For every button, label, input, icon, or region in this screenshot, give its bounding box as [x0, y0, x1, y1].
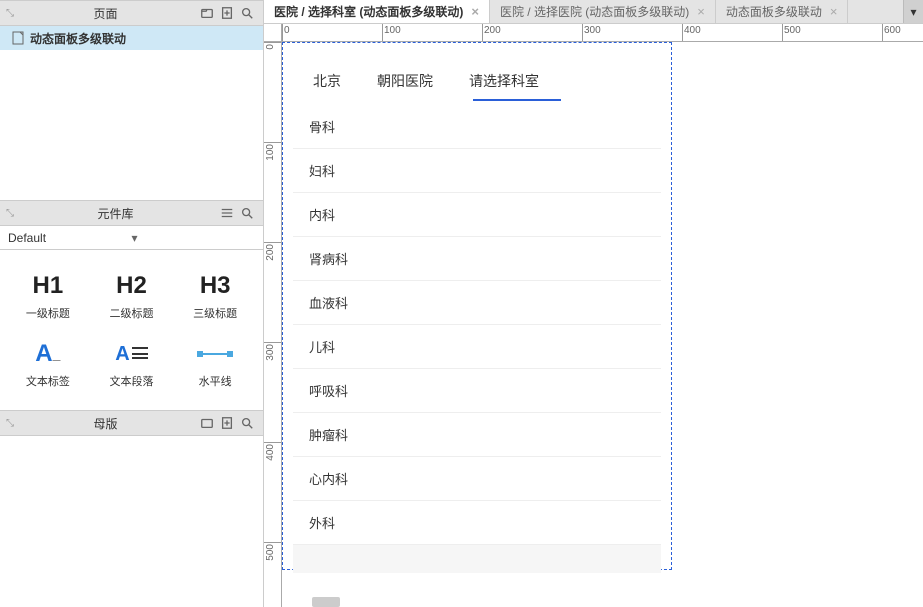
collapse-arrow-icon[interactable]: ⤡ [6, 208, 14, 219]
library-menu-icon[interactable] [219, 205, 235, 221]
list-item[interactable]: 内科 [293, 193, 661, 237]
library-selector-value: Default [8, 231, 132, 245]
widget-paragraph[interactable]: A 文本段落 [90, 330, 174, 398]
pages-panel-title: 页面 [14, 5, 197, 22]
list-footer [293, 545, 661, 573]
master-panel: ⤡ 母版 [0, 410, 263, 607]
list-item[interactable]: 心内科 [293, 457, 661, 501]
widget-h1[interactable]: H1 一级标题 [6, 262, 90, 330]
library-selector[interactable]: Default ▾ [0, 226, 263, 250]
library-panel-title: 元件库 [14, 205, 217, 222]
page-item-label: 动态面板多级联动 [30, 30, 126, 47]
close-icon[interactable]: × [830, 4, 838, 19]
list-item[interactable]: 肾病科 [293, 237, 661, 281]
close-icon[interactable]: × [471, 4, 479, 19]
selection-box[interactable]: 北京 朝阳医院 请选择科室 骨科妇科内科肾病科血液科儿科呼吸科肿瘤科心内科外科 [282, 42, 672, 570]
list-item[interactable]: 肿瘤科 [293, 413, 661, 457]
breadcrumb-item-active[interactable]: 请选择科室 [469, 71, 539, 91]
list-item[interactable]: 妇科 [293, 149, 661, 193]
list-item[interactable]: 儿科 [293, 325, 661, 369]
breadcrumb-item[interactable]: 北京 [313, 71, 341, 91]
widget-hr[interactable]: 水平线 [173, 330, 257, 398]
widget-h2[interactable]: H2 二级标题 [90, 262, 174, 330]
master-panel-title: 母版 [14, 415, 197, 432]
collapse-arrow-icon[interactable]: ⤡ [6, 8, 14, 19]
pages-panel: ⤡ 页面 动态面板多级联动 [0, 0, 263, 200]
breadcrumb-item[interactable]: 朝阳医院 [377, 71, 433, 91]
new-master-icon[interactable] [219, 415, 235, 431]
scroll-indicator[interactable] [312, 597, 340, 607]
list-item[interactable]: 外科 [293, 501, 661, 545]
library-grid: H1 一级标题 H2 二级标题 H3 三级标题 A_ 文本标签 A 文本段落 [0, 250, 263, 410]
list-item[interactable]: 骨科 [293, 105, 661, 149]
pages-panel-header: ⤡ 页面 [0, 0, 263, 26]
department-list: 骨科妇科内科肾病科血液科儿科呼吸科肿瘤科心内科外科 [293, 105, 661, 573]
library-panel-header: ⤡ 元件库 [0, 200, 263, 226]
canvas-area: 0100200300400500600 0100200300400500 北京 … [264, 24, 923, 607]
page-item[interactable]: 动态面板多级联动 [0, 26, 263, 50]
master-panel-header: ⤡ 母版 [0, 410, 263, 436]
close-icon[interactable]: × [697, 4, 705, 19]
new-folder-icon[interactable] [199, 415, 215, 431]
new-page-icon[interactable] [219, 5, 235, 21]
search-icon[interactable] [239, 415, 255, 431]
collapse-arrow-icon[interactable]: ⤡ [6, 418, 14, 429]
search-icon[interactable] [239, 205, 255, 221]
tab-active[interactable]: 医院 / 选择科室 (动态面板多级联动) × [264, 0, 490, 23]
tab[interactable]: 医院 / 选择医院 (动态面板多级联动) × [490, 0, 716, 23]
canvas[interactable]: 北京 朝阳医院 请选择科室 骨科妇科内科肾病科血液科儿科呼吸科肿瘤科心内科外科 [282, 42, 923, 607]
list-item[interactable]: 呼吸科 [293, 369, 661, 413]
widget-text-label[interactable]: A_ 文本标签 [6, 330, 90, 398]
breadcrumb: 北京 朝阳医院 请选择科室 [295, 63, 557, 99]
widget-h3[interactable]: H3 三级标题 [173, 262, 257, 330]
ruler-horizontal[interactable]: 0100200300400500600 [282, 24, 923, 42]
pages-tree: 动态面板多级联动 [0, 26, 263, 200]
breadcrumb-underline [473, 99, 561, 101]
master-body [0, 436, 263, 607]
tab-overflow-button[interactable]: ▾ [903, 0, 923, 23]
editor-tabs: 医院 / 选择科室 (动态面板多级联动) × 医院 / 选择医院 (动态面板多级… [264, 0, 923, 24]
chevron-down-icon: ▾ [132, 231, 256, 245]
ruler-corner [264, 24, 282, 42]
list-item[interactable]: 血液科 [293, 281, 661, 325]
tab[interactable]: 动态面板多级联动 × [716, 0, 849, 23]
ruler-vertical[interactable]: 0100200300400500 [264, 42, 282, 607]
search-icon[interactable] [239, 5, 255, 21]
new-folder-icon[interactable] [199, 5, 215, 21]
library-panel: ⤡ 元件库 Default ▾ H1 一级标题 H2 二级标题 H3 [0, 200, 263, 410]
